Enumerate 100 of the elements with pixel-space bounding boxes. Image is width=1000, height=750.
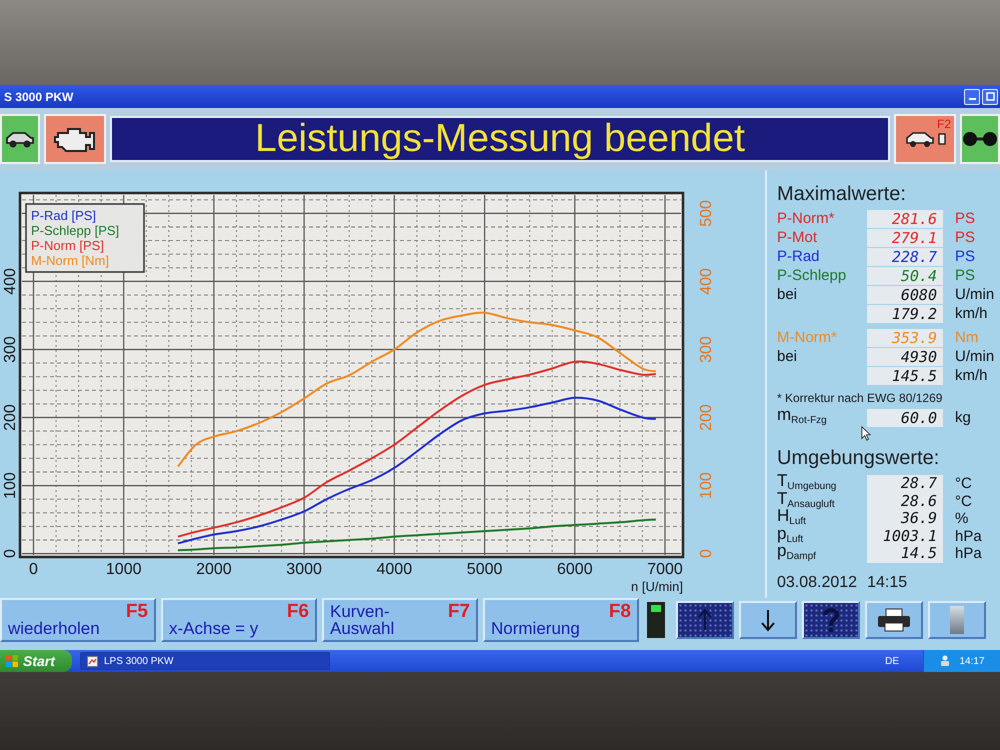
axis-tick-label: 1000 (106, 561, 142, 578)
car-icon (5, 130, 35, 148)
value-display: 1003.1 (867, 528, 943, 546)
axis-tick-label: 2000 (196, 561, 232, 578)
axis-tick-label: 0 (2, 549, 19, 558)
unit-label: km/h (955, 305, 989, 323)
value-display: 50.4 (867, 267, 943, 285)
axis-tick-label: 300 (2, 336, 19, 363)
value-label: bei (777, 348, 798, 366)
value-display: 14.5 (867, 545, 943, 563)
value-display: 6080 (867, 286, 943, 304)
footnote-text: * Korrektur nach EWG 80/1269 (777, 391, 944, 405)
value-label: P-Norm* (777, 210, 836, 228)
section-title: Umgebungswerte: (777, 446, 940, 470)
value-display: 4930 (867, 348, 943, 366)
axis-tick-label: 6000 (557, 561, 593, 578)
unit-label: Nm (955, 329, 980, 347)
bar-icon (950, 606, 964, 634)
value-label: P-Schlepp (777, 267, 848, 285)
maximize-icon (986, 92, 994, 101)
value-display: 281.6 (867, 210, 943, 228)
car-icon (904, 130, 934, 148)
unit-label: km/h (955, 367, 989, 385)
axis-tick-label: 3000 (286, 561, 322, 578)
arrow-down-icon (760, 608, 776, 632)
legend-label: M-Norm [Nm] (31, 253, 109, 268)
clock-text: 14:17 (959, 656, 985, 666)
time-text: 14:15 (867, 574, 908, 592)
axis-tick-label: 7000 (647, 561, 683, 578)
value-display: 145.5 (867, 367, 943, 385)
unit-label: °C (955, 492, 973, 510)
unit-label: PS (955, 229, 976, 247)
function-key-button[interactable]: Normierung F8 (483, 598, 639, 642)
axis-tick-label: 500 (698, 200, 715, 227)
tool-button[interactable] (739, 601, 797, 639)
value-label: T$_{Ansaugluft}$ (777, 490, 835, 510)
minimize-button[interactable] (964, 88, 980, 104)
tool-button[interactable] (865, 601, 923, 639)
value-display: 179.2 (867, 305, 943, 323)
axis-tick-label: 0 (29, 561, 38, 578)
cursor-icon (861, 426, 871, 441)
axis-tick-label: 100 (2, 472, 19, 499)
unit-label: PS (955, 210, 976, 228)
axis-tick-label: 300 (698, 336, 715, 363)
unit-label: kg (955, 409, 972, 427)
value-display: 353.9 (867, 329, 943, 347)
tool-tile[interactable] (0, 114, 40, 164)
function-key-button[interactable]: x-Achse = y F6 (161, 598, 317, 642)
wheels-icon (963, 131, 997, 147)
unit-label: °C (955, 475, 973, 493)
axis-tick-label: 400 (2, 268, 19, 295)
language-indicator[interactable]: DE (885, 656, 899, 666)
value-display: 28.7 (867, 475, 943, 493)
legend-label: P-Rad [PS] (31, 208, 96, 223)
function-key-button[interactable]: wiederholen F5 (0, 598, 156, 642)
value-label: T$_{Umgebung}$ (777, 472, 838, 492)
value-display: 36.9 (867, 510, 943, 528)
unit-label: hPa (955, 528, 983, 546)
value-label: m$_{Rot-Fzg}$ (777, 406, 828, 428)
unit-label: PS (955, 267, 976, 285)
value-display: 60.0 (867, 409, 943, 427)
axis-tick-label: 100 (698, 472, 715, 499)
value-label: P-Rad (777, 248, 821, 266)
help-icon (822, 607, 840, 633)
taskbar-item[interactable]: LPS 3000 PKW (80, 652, 330, 670)
user-icon (939, 655, 952, 667)
unit-label: U/min (955, 286, 996, 304)
unit-label: % (955, 510, 970, 528)
window-title: S 3000 PKW (4, 90, 74, 104)
value-display: 28.6 (867, 492, 943, 510)
status-banner: Leistungs-Messung beendet (110, 116, 890, 162)
value-display: 279.1 (867, 229, 943, 247)
tool-tile[interactable] (44, 114, 106, 164)
value-display: 228.7 (867, 248, 943, 266)
chart-icon (87, 656, 98, 666)
axis-tick-label: 400 (698, 268, 715, 295)
value-label: bei (777, 286, 798, 304)
tool-tile[interactable] (960, 114, 1000, 164)
axis-title: n [U/min] (630, 579, 683, 594)
axis-tick-label: 200 (2, 404, 19, 431)
date-text: 03.08.2012 (777, 574, 858, 592)
squares-icon (6, 655, 18, 667)
legend-label: P-Schlepp [PS] (31, 223, 120, 238)
unit-label: U/min (955, 348, 996, 366)
value-label: M-Norm* (777, 329, 838, 347)
unit-label: hPa (955, 545, 983, 563)
axis-tick-label: 5000 (466, 561, 502, 578)
axis-tick-label: 0 (698, 549, 715, 558)
arrow-up-icon (697, 608, 713, 632)
start-button[interactable]: Start (0, 650, 72, 672)
printer-icon (877, 608, 911, 632)
axis-tick-label: 4000 (376, 561, 412, 578)
section-title: Maximalwerte: (777, 182, 907, 206)
legend-label: P-Norm [PS] (31, 238, 104, 253)
block-icon (938, 133, 946, 145)
axis-tick-label: 200 (698, 404, 715, 431)
value-label: P-Mot (777, 229, 818, 247)
function-key-button[interactable]: Kurven-Auswahl F7 (322, 598, 478, 642)
unit-label: PS (955, 248, 976, 266)
maximize-button[interactable] (982, 88, 998, 104)
